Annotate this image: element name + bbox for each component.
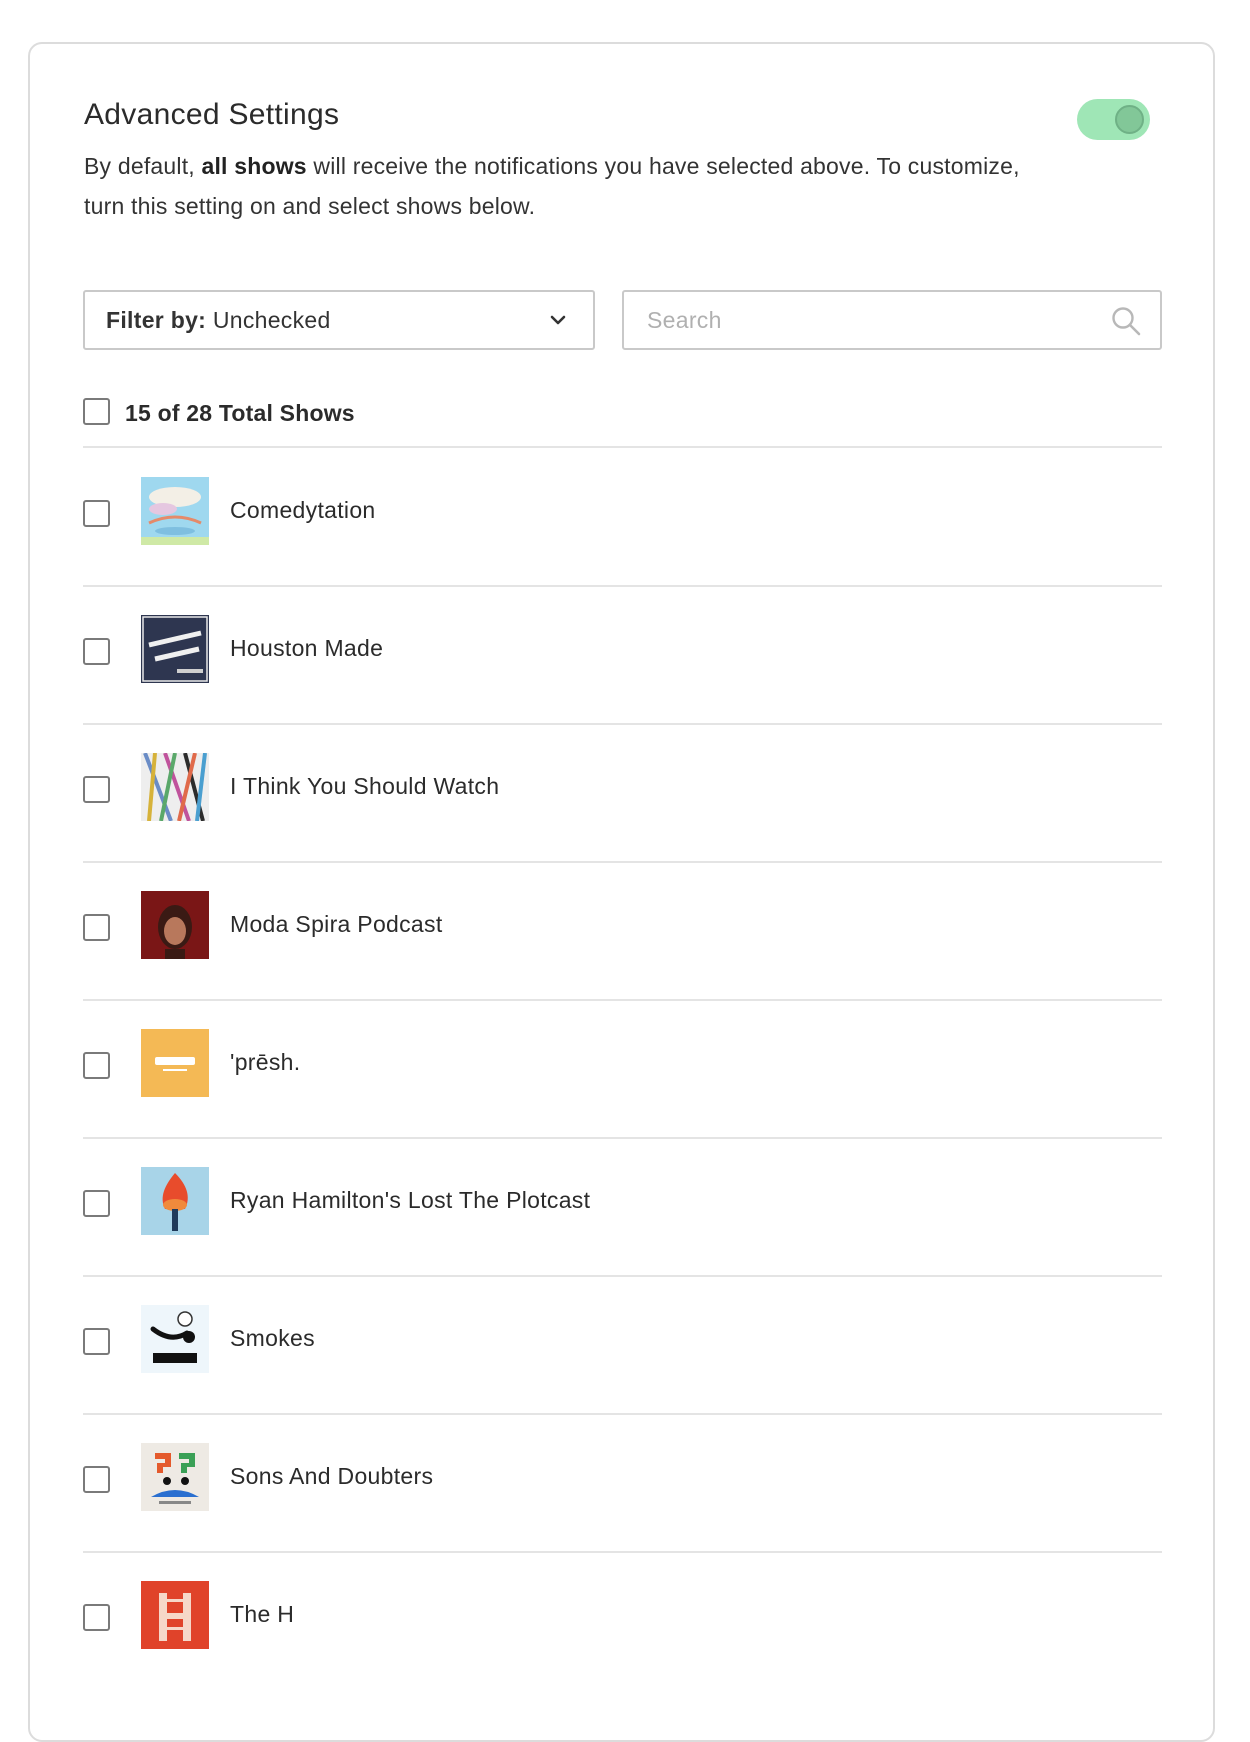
chevron-down-icon: [550, 315, 566, 325]
list-item: 'prēsh.: [0, 999, 1250, 1137]
show-artwork: [141, 1167, 209, 1235]
select-all-checkbox[interactable]: [83, 398, 110, 425]
show-artwork: [141, 1305, 209, 1373]
show-name: Smokes: [230, 1325, 315, 1351]
show-checkbox[interactable]: [83, 776, 110, 803]
total-shows-count: 15 of 28 Total Shows: [125, 400, 355, 426]
show-artwork: [141, 753, 209, 821]
filter-value: Unchecked: [212, 307, 331, 333]
list-item: Houston Made: [0, 585, 1250, 723]
show-artwork: [141, 1581, 209, 1649]
show-artwork: [141, 1443, 209, 1511]
list-item: Moda Spira Podcast: [0, 861, 1250, 999]
show-artwork: [141, 477, 209, 545]
show-name: Ryan Hamilton's Lost The Plotcast: [230, 1187, 591, 1213]
show-name: 'prēsh.: [230, 1049, 301, 1075]
search-box: [622, 290, 1162, 350]
show-artwork: [141, 891, 209, 959]
show-name: The H: [230, 1601, 295, 1627]
list-item: Ryan Hamilton's Lost The Plotcast: [0, 1137, 1250, 1275]
show-checkbox[interactable]: [83, 1466, 110, 1493]
show-name: I Think You Should Watch: [230, 773, 500, 799]
show-checkbox[interactable]: [83, 1604, 110, 1631]
search-icon[interactable]: [1110, 305, 1142, 337]
toggle-knob: [1115, 105, 1144, 134]
description-prefix: By default,: [84, 153, 202, 179]
show-checkbox[interactable]: [83, 1328, 110, 1355]
list-item: I Think You Should Watch: [0, 723, 1250, 861]
advanced-settings-toggle[interactable]: [1077, 99, 1150, 140]
show-name: Comedytation: [230, 497, 376, 523]
show-name: Sons And Doubters: [230, 1463, 434, 1489]
description-emphasis: all shows: [201, 153, 307, 179]
filter-dropdown[interactable]: Filter by: Unchecked: [83, 290, 595, 350]
filter-label: Filter by:: [106, 307, 207, 333]
show-checkbox[interactable]: [83, 914, 110, 941]
show-artwork: [141, 1029, 209, 1097]
list-item: Comedytation: [0, 447, 1250, 585]
search-input[interactable]: [645, 306, 1089, 335]
section-title: Advanced Settings: [84, 98, 340, 131]
list-item: The H: [0, 1551, 1250, 1689]
list-item: Smokes: [0, 1275, 1250, 1413]
show-name: Moda Spira Podcast: [230, 911, 443, 937]
section-description: By default, all shows will receive the n…: [84, 146, 1044, 226]
show-checkbox[interactable]: [83, 1052, 110, 1079]
show-name: Houston Made: [230, 635, 384, 661]
show-checkbox[interactable]: [83, 500, 110, 527]
show-checkbox[interactable]: [83, 638, 110, 665]
show-checkbox[interactable]: [83, 1190, 110, 1217]
show-artwork: [141, 615, 209, 683]
list-item: Sons And Doubters: [0, 1413, 1250, 1551]
